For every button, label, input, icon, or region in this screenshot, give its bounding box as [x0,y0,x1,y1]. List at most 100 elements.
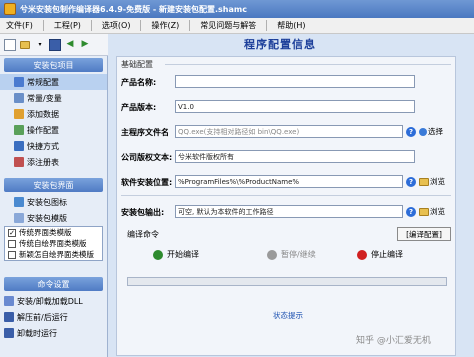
help-icon[interactable]: ? [406,207,416,217]
add-data-icon [14,109,24,119]
title-bar: 兮米安装包制作编译器6.4.9-免费版 - 新建安装包配置.shamc [0,0,474,18]
stop-label: 停止编译 [371,250,403,259]
template-option-custom[interactable]: 传统自绘界面类模版 [5,238,102,249]
registry-icon [14,157,24,167]
output-label: 安装包输出: [121,208,165,217]
open-icon[interactable] [19,39,31,51]
sidebar-item-label: 操作配置 [27,125,59,135]
sidebar-section-commands[interactable]: 命令设置 [4,277,103,291]
sidebar-item-general[interactable]: 常规配置 [0,74,107,90]
select-icon [419,127,427,136]
sidebar-section-project[interactable]: 安装包项目 [4,58,103,72]
sidebar-item-template[interactable]: 安装包模版 [0,210,107,226]
sidebar-item-dll[interactable]: 安装/卸载加载DLL [0,293,107,309]
browse-output-button[interactable]: 浏览 [419,205,445,218]
select-button[interactable]: 选择 [419,125,443,138]
product-name-input[interactable] [175,75,415,88]
menu-help[interactable]: 帮助(H) [267,20,315,31]
progress-bar [127,277,447,286]
app-icon [4,3,16,15]
start-compile-button[interactable]: 开始编译 [153,249,199,260]
help-icon[interactable]: ? [406,127,416,137]
config-panel: 基础配置 产品名称: 产品版本: V1.0 主程序文件名 QQ.exe(支持相对… [116,56,456,356]
main-program-label: 主程序文件名 [121,128,169,137]
package-icon [14,197,24,207]
checkbox[interactable] [8,239,16,248]
sidebar-item-label: 常规配置 [27,77,59,87]
sidebar-item-label: 解压前/后运行 [17,312,68,322]
extract-icon [4,312,14,322]
operations-icon [14,125,24,135]
constants-icon [14,93,24,103]
help-icon[interactable]: ? [406,177,416,187]
install-location-input[interactable]: %ProgramFiles%\%ProductName% [175,175,403,188]
divider [165,64,451,65]
menu-file[interactable]: 文件(F) [0,20,43,31]
sidebar-item-add-data[interactable]: 添加数据 [0,106,107,122]
sidebar-item-uninstall-run[interactable]: 卸载时运行 [0,325,107,341]
browse-label: 浏览 [430,177,445,186]
output-input[interactable]: 可空, 默认为本软件的工作路径 [175,205,403,218]
stop-compile-button[interactable]: 停止编译 [357,249,403,260]
save-icon[interactable] [49,38,61,51]
main-area: 程序配置信息 基础配置 产品名称: 产品版本: V1.0 主程序文件名 QQ.e… [110,34,474,357]
divider [121,195,451,196]
basic-section-label: 基础配置 [121,60,153,69]
product-version-label: 产品版本: [121,103,157,112]
menu-project[interactable]: 工程(P) [44,20,91,31]
product-version-input[interactable]: V1.0 [175,100,415,113]
sidebar-item-registry[interactable]: 添注册表 [0,154,107,170]
template-label: 传统自绘界面类模版 [19,239,87,248]
browse-install-button[interactable]: 浏览 [419,175,445,188]
dll-icon [4,296,14,306]
forward-icon[interactable]: ▶ [79,39,91,51]
status-label: 状态提示 [273,311,303,320]
sidebar-item-label: 常量/变量 [27,93,62,103]
new-icon[interactable] [4,38,16,51]
uninstall-icon [4,328,14,338]
select-label: 选择 [428,127,443,136]
template-option-novel[interactable]: 新颖怎自绘界面类模版 [5,249,102,260]
sidebar-item-label: 安装包模版 [27,213,67,223]
sidebar-item-label: 卸载时运行 [17,328,57,338]
template-option-classic[interactable]: ✓ 传统界面类模版 [5,227,102,238]
copyright-label: 公司版权文本: [121,153,173,162]
sidebar-item-label: 安装包图标 [27,197,67,207]
checkbox-checked[interactable]: ✓ [8,228,16,237]
menu-bar: 文件(F) 工程(P) 选项(O) 操作(Z) 常见问题与解答 帮助(H) [0,18,474,34]
checkbox[interactable] [8,250,16,259]
template-label: 新颖怎自绘界面类模版 [19,250,94,259]
menu-options[interactable]: 选项(O) [92,20,141,31]
template-list: ✓ 传统界面类模版 传统自绘界面类模版 新颖怎自绘界面类模版 [4,226,103,261]
stop-icon [357,249,367,260]
general-icon [14,77,24,87]
sidebar-item-label: 安装/卸载加载DLL [17,296,83,306]
sidebar-item-constants[interactable]: 常量/变量 [0,90,107,106]
sidebar: 安装包项目 常规配置 常量/变量 添加数据 操作配置 快捷方式 添注册表 安装包… [0,56,108,357]
folder-icon [419,177,429,186]
toolbar: ▾ ◀ ▶ [0,34,108,56]
play-icon [153,249,163,260]
copyright-input[interactable]: 兮米软件版权所有 [175,150,415,163]
pause-compile-button[interactable]: 暂停/继续 [267,249,316,260]
sidebar-item-shortcuts[interactable]: 快捷方式 [0,138,107,154]
watermark: 知乎 @小汇爱无机 [356,336,431,346]
sidebar-item-label: 添加数据 [27,109,59,119]
sidebar-item-operations[interactable]: 操作配置 [0,122,107,138]
sidebar-item-icon[interactable]: 安装包图标 [0,194,107,210]
menu-operation[interactable]: 操作(Z) [141,20,189,31]
menu-faq[interactable]: 常见问题与解答 [190,20,266,31]
template-label: 传统界面类模版 [19,228,72,237]
pause-label: 暂停/继续 [281,250,316,259]
main-program-input[interactable]: QQ.exe(支持相对路径如 bin\QQ.exe) [175,125,403,138]
template-icon [14,213,24,223]
compile-label: 编译命令 [127,230,159,239]
dropdown-icon[interactable]: ▾ [34,39,46,51]
sidebar-item-label: 添注册表 [27,157,59,167]
start-label: 开始编译 [167,250,199,259]
sidebar-section-ui[interactable]: 安装包界面 [4,178,103,192]
window-title: 兮米安装包制作编译器6.4.9-免费版 - 新建安装包配置.shamc [20,4,247,14]
sidebar-item-extract-run[interactable]: 解压前/后运行 [0,309,107,325]
compile-config-button[interactable]: [编译配置] [397,227,451,241]
back-icon[interactable]: ◀ [64,39,76,51]
